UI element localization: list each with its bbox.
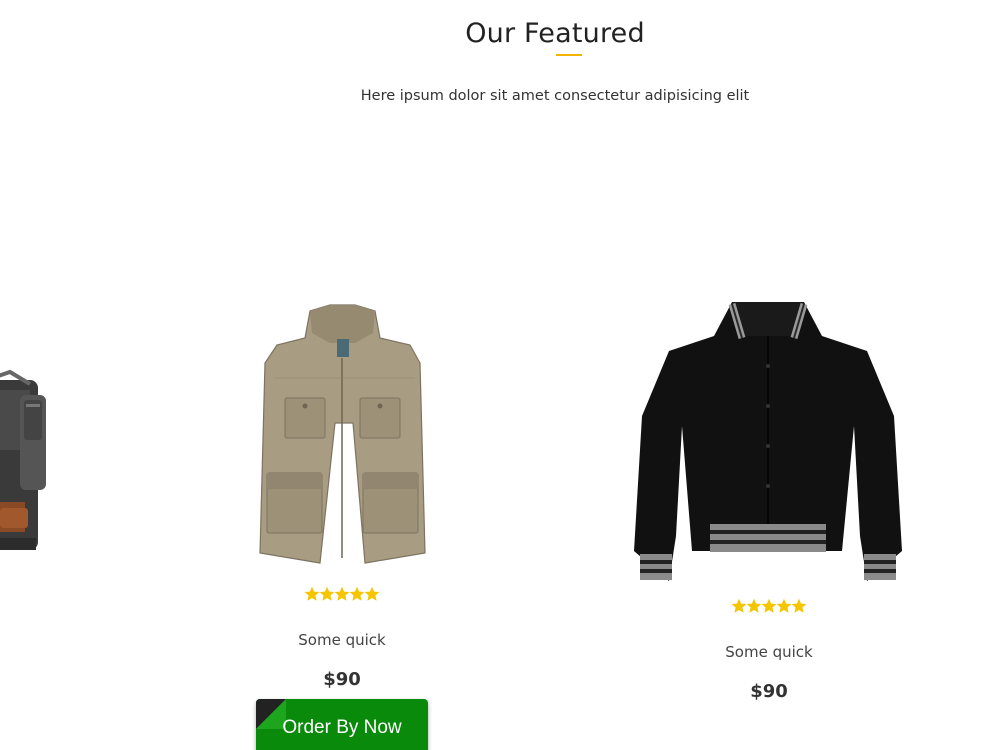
vest-name: Some quick (298, 631, 386, 649)
vest-price: $90 (323, 669, 361, 690)
section-title: Our Featured (465, 18, 645, 49)
vest-rating (304, 586, 384, 602)
title-underline (556, 54, 582, 56)
order-now-label: Order By Now (282, 717, 402, 738)
star-icon (364, 586, 380, 601)
featured-section: Our Featured Here ipsum dolor sit amet c… (0, 0, 1000, 750)
star-icon (731, 598, 747, 613)
jacket-price: $90 (750, 681, 788, 702)
section-subtitle: Here ipsum dolor sit amet consectetur ad… (360, 88, 750, 104)
star-icon (319, 586, 335, 601)
jacket-image[interactable] (632, 296, 904, 586)
star-icon (791, 598, 807, 613)
jacket-rating (731, 598, 811, 614)
jacket-name: Some quick (725, 643, 813, 661)
order-now-button[interactable]: Order By Now (256, 699, 428, 750)
vest-image[interactable] (255, 303, 430, 565)
backpack-image[interactable] (0, 360, 60, 560)
star-icon (334, 586, 350, 601)
star-icon (761, 598, 777, 613)
star-icon (349, 586, 365, 601)
star-icon (746, 598, 762, 613)
star-icon (304, 586, 320, 601)
star-icon (776, 598, 792, 613)
